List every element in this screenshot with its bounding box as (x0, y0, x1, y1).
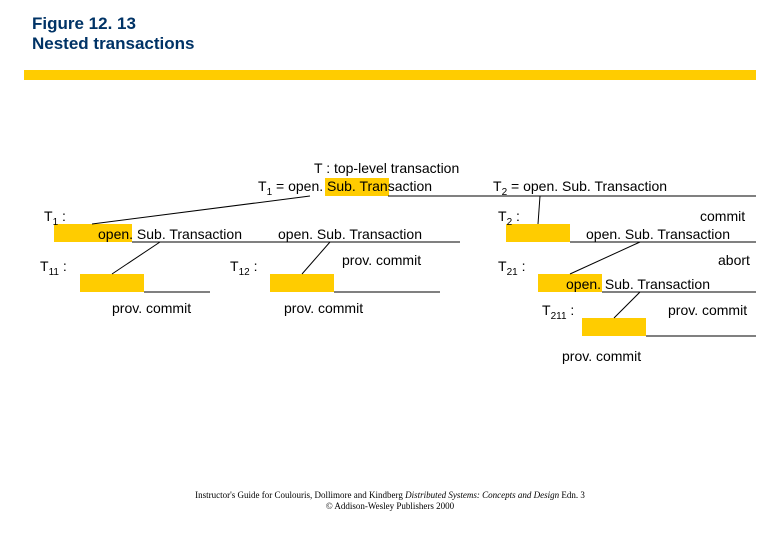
label-t21: T21 : (498, 258, 525, 278)
label-opensub-c: open. Sub. Transaction (586, 226, 730, 242)
label-t211: T211 : (542, 302, 574, 322)
footer-text-a: Instructor's Guide for Coulouris, Dollim… (195, 490, 405, 500)
label-prov-commit-br: prov. commit (668, 302, 747, 318)
label-t12: T12 : (230, 258, 257, 278)
label-opensub-d: open. Sub. Transaction (566, 276, 710, 292)
label-prov-commit-bm: prov. commit (284, 300, 363, 316)
nested-transactions-diagram: T : top-level transaction T1 = open. Sub… (0, 0, 780, 540)
label-t1: T1 : (44, 208, 66, 228)
connector-lines (0, 0, 780, 540)
footer-copyright: © Addison-Wesley Publishers 2000 (0, 501, 780, 512)
box-t12 (270, 274, 334, 292)
label-opensub-b: open. Sub. Transaction (278, 226, 422, 242)
label-prov-commit-bottom: prov. commit (562, 348, 641, 364)
slide-footer: Instructor's Guide for Coulouris, Dollim… (0, 490, 780, 512)
footer-text-b: Distributed Systems: Concepts and Design (405, 490, 559, 500)
label-abort: abort (718, 252, 750, 268)
box-t211 (582, 318, 646, 336)
label-commit: commit (700, 208, 745, 224)
label-top-level: T : top-level transaction (314, 160, 459, 176)
box-t11 (80, 274, 144, 292)
footer-text-c: Edn. 3 (559, 490, 585, 500)
label-prov-commit-tr: prov. commit (342, 252, 421, 268)
label-t2: T2 : (498, 208, 520, 228)
label-opensub-a: open. Sub. Transaction (98, 226, 242, 242)
label-t2-eq: T2 = open. Sub. Transaction (493, 178, 667, 198)
label-t1-eq: T1 = open. Sub. Transaction (258, 178, 432, 198)
label-t11: T11 : (40, 258, 67, 278)
label-prov-commit-bl: prov. commit (112, 300, 191, 316)
